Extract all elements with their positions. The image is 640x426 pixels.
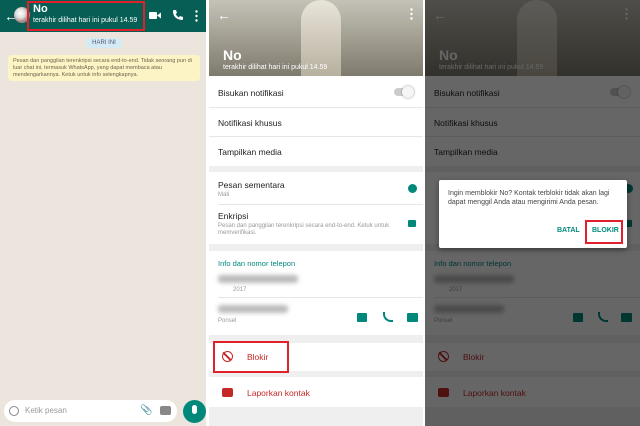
video-call-icon[interactable] [407,313,418,322]
more-vert-icon[interactable] [410,8,413,20]
divider [218,204,425,205]
dialog-message: Ingin memblokir No? Kontak terblokir tid… [448,190,610,206]
disappearing-messages-label[interactable]: Pesan sementara [218,180,285,190]
profile-header: ← No terakhir dilihat hari ini pukul 14.… [209,0,425,76]
camera-icon[interactable] [160,406,171,415]
profile-name: No [223,47,242,63]
privacy-card: Pesan sementara Mati Enkripsi Pesan dan … [209,172,425,244]
divider [209,107,425,108]
phone-icon[interactable] [383,312,393,322]
message-input-bar[interactable]: Ketik pesan 📎 [4,400,177,422]
toggle-knob [402,86,414,98]
mic-icon [192,405,197,414]
more-vert-icon[interactable] [195,10,198,22]
mute-notifications-label[interactable]: Bisukan notifikasi [218,88,284,98]
message-input-placeholder[interactable]: Ketik pesan [25,406,67,415]
highlight-box-confirm [585,220,623,244]
emoji-icon[interactable] [9,406,19,416]
paperclip-icon[interactable]: 📎 [140,405,152,416]
back-arrow-icon[interactable]: ← [217,7,231,23]
about-date: 2017 [233,287,247,293]
disappearing-messages-value: Mati [218,192,230,198]
timer-icon [408,184,417,193]
mute-toggle[interactable] [394,86,414,98]
notification-settings-card: Bisukan notifikasi Notifikasi khusus Tam… [209,76,425,166]
chat-screen: ← No terakhir dilihat hari ini pukul 14.… [0,0,209,426]
divider [218,297,425,298]
video-call-icon[interactable] [149,11,161,20]
contact-details-card: Info dan nomor telepon 2017 Ponsel [209,251,425,335]
mic-button[interactable] [183,400,206,423]
highlight-box-block [213,341,289,373]
phone-icon[interactable] [172,9,184,21]
message-icon[interactable] [357,313,367,322]
report-row[interactable]: Laporkan kontak [209,377,425,407]
screenshot-composite: ← No terakhir dilihat hari ini pukul 14.… [0,0,640,426]
custom-notifications-label[interactable]: Notifikasi khusus [218,118,282,128]
blurred-phone-number [218,305,288,313]
encryption-label[interactable]: Enkripsi [218,211,248,221]
cancel-button[interactable]: BATAL [557,227,580,234]
encryption-notice[interactable]: Pesan dan panggilan terenkripsi secara e… [8,55,200,81]
contact-info-screen: ← No terakhir dilihat hari ini pukul 14.… [209,0,425,426]
report-contact-label[interactable]: Laporkan kontak [247,388,310,398]
highlight-box-contact [27,1,145,31]
encryption-description: Pesan dan panggilan terenkripsi secara e… [218,223,390,236]
blurred-about [218,275,298,283]
divider [209,136,425,137]
profile-last-seen: terakhir dilihat hari ini pukul 14.59 [223,64,328,71]
phone-type: Ponsel [218,318,237,324]
date-divider: HARI INI [86,38,122,48]
thumbs-down-icon [222,388,233,397]
show-media-label[interactable]: Tampilkan media [218,147,282,157]
block-confirm-screen: ← No terakhir dilihat hari ini pukul 14.… [425,0,640,426]
lock-icon [408,220,416,227]
info-section-title: Info dan nomor telepon [218,259,296,268]
